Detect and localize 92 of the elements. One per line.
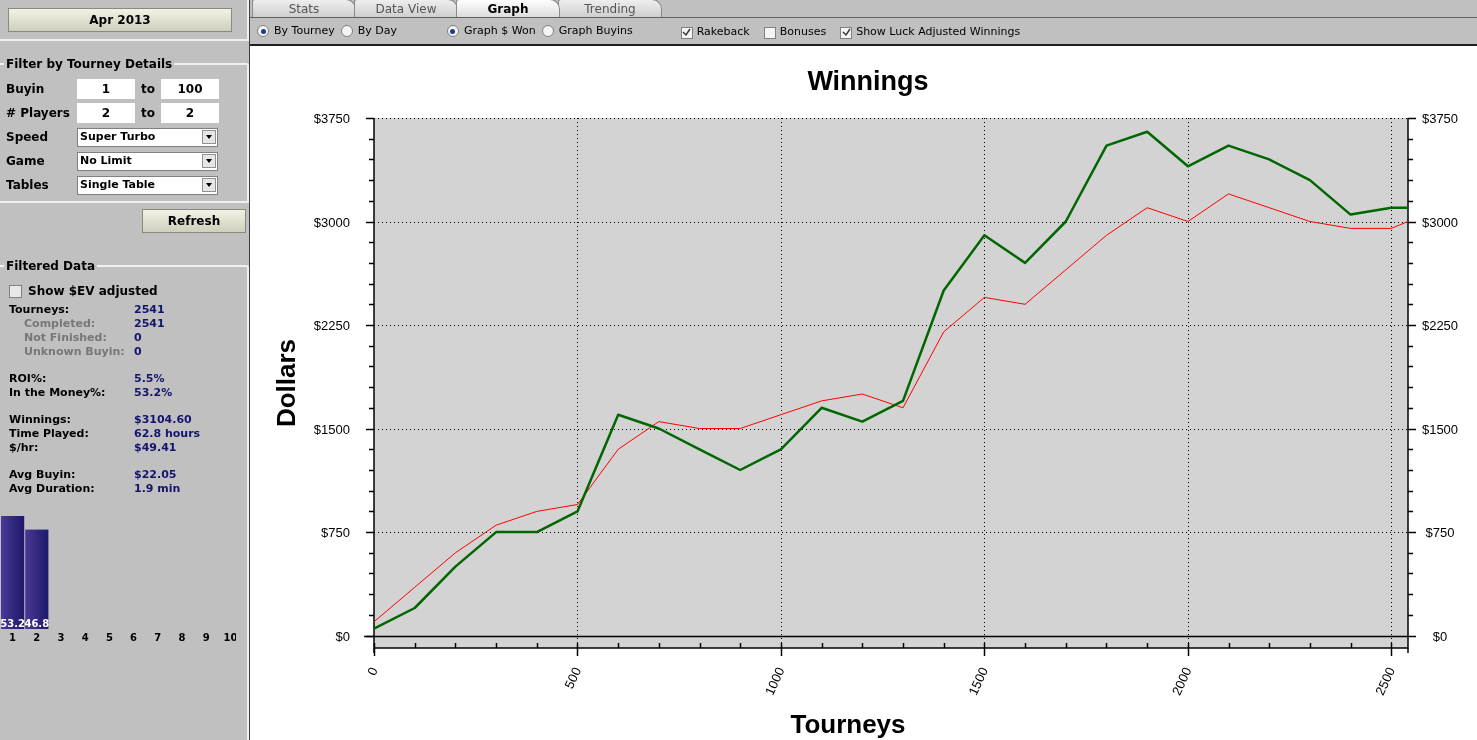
checkbox[interactable] xyxy=(763,26,776,39)
stat-value: $3104.60 xyxy=(134,413,192,427)
group-title: Filter by Tourney Details xyxy=(4,55,175,73)
tab[interactable]: Graph xyxy=(456,0,560,17)
dropdown[interactable]: No Limit xyxy=(77,151,218,171)
radio-label: By Tourney xyxy=(274,22,335,39)
tick-label: $3750 xyxy=(313,111,350,126)
field-label: to xyxy=(140,105,156,122)
stat-label: Winnings: xyxy=(9,413,72,427)
axis-label: 2 xyxy=(33,632,41,643)
stat-label: Completed: xyxy=(23,317,97,331)
tick-label: $0 xyxy=(335,628,350,644)
field-label: Tables xyxy=(6,177,50,194)
radio-label: By Day xyxy=(357,22,397,39)
tick-label: $2250 xyxy=(1421,318,1459,334)
field-label: Speed xyxy=(6,129,50,146)
stat-value: 1.9 min xyxy=(134,482,181,496)
stat-label: Avg Duration: xyxy=(9,482,96,496)
period-button[interactable]: Apr 2013 xyxy=(8,8,232,32)
field-label: Buyin xyxy=(6,81,46,98)
checkbox[interactable] xyxy=(9,284,22,298)
chart-title: Winnings xyxy=(807,66,929,96)
stat-value: 2541 xyxy=(134,317,165,331)
axis-label: 7 xyxy=(154,632,162,643)
tick-label: $2250 xyxy=(313,318,350,334)
field-label: Game xyxy=(6,153,46,170)
axis-title: Tourneys xyxy=(790,709,906,739)
tick-label: $3750 xyxy=(1421,111,1459,126)
stat-value: 0 xyxy=(134,331,142,345)
tick-label: $750 xyxy=(1425,525,1455,541)
stat-label: Tourneys: xyxy=(9,303,71,317)
stat-value: 5.5% xyxy=(134,372,165,386)
checkbox-label: Bonuses xyxy=(779,24,827,41)
stat-label: Unknown Buyin: xyxy=(23,345,126,359)
refresh-button[interactable]: Refresh xyxy=(142,209,246,233)
stat-label: $/hr: xyxy=(9,441,40,455)
stat-value: 2541 xyxy=(134,303,165,317)
stat-label: ROI%: xyxy=(9,372,48,386)
tick-label: 1000 xyxy=(761,664,788,698)
tick-label: 2000 xyxy=(1168,664,1195,698)
stat-value: 53.2% xyxy=(134,386,173,400)
tick-label: 500 xyxy=(561,664,585,691)
tick-label: 1500 xyxy=(965,664,992,698)
stat-value: $22.05 xyxy=(134,468,177,482)
checkbox-label: Show $EV adjusted xyxy=(28,283,158,300)
radio-label: Graph Buyins xyxy=(558,22,633,39)
tick-label: 0 xyxy=(364,664,381,678)
stat-value: 62.8 hours xyxy=(134,427,201,441)
axis-label: 10 xyxy=(223,632,236,643)
bar-value: 53.2 xyxy=(0,618,25,629)
tick-label: $1500 xyxy=(313,421,350,437)
dropdown[interactable]: Single Table xyxy=(77,175,218,195)
axis-label: 4 xyxy=(81,632,89,643)
radio-button[interactable] xyxy=(257,25,269,37)
tick-label: $0 xyxy=(1432,628,1448,644)
bar-value: 46.8 xyxy=(24,618,50,629)
field-label: to xyxy=(140,81,156,98)
axis-label: 3 xyxy=(57,632,65,643)
radio-button[interactable] xyxy=(340,25,353,37)
axis-label: 6 xyxy=(130,632,138,643)
radio-button[interactable] xyxy=(541,25,554,37)
input-field[interactable]: 2 xyxy=(161,103,219,123)
axis-label: 8 xyxy=(178,632,186,643)
field-label: # Players xyxy=(6,105,71,122)
axis-title: Dollars xyxy=(271,338,301,428)
axis-label: 5 xyxy=(105,632,113,643)
checkbox-label: Rakeback xyxy=(696,24,750,41)
radio-button[interactable] xyxy=(446,25,459,37)
checkbox-label: Show Luck Adjusted Winnings xyxy=(856,24,1021,41)
tick-label: $1500 xyxy=(1421,421,1459,437)
axis-label: 1 xyxy=(9,632,17,643)
radio-label: Graph $ Won xyxy=(463,22,536,39)
tick-label: $750 xyxy=(321,525,350,541)
stat-label: Time Played: xyxy=(9,427,90,441)
tick-label: $3000 xyxy=(313,214,350,230)
stat-label: In the Money%: xyxy=(9,386,107,400)
input-field[interactable]: 1 xyxy=(77,79,135,99)
tab[interactable]: Stats xyxy=(252,0,356,17)
stat-label: Avg Buyin: xyxy=(9,468,77,482)
tick-label: 2500 xyxy=(1372,664,1399,698)
tab[interactable]: Trending xyxy=(558,0,662,17)
stat-value: $49.41 xyxy=(134,441,177,455)
stat-value: 0 xyxy=(134,345,142,359)
stat-label: Not Finished: xyxy=(23,331,108,345)
checkbox[interactable] xyxy=(840,26,853,39)
axis-label: 9 xyxy=(202,632,210,643)
input-field[interactable]: 2 xyxy=(77,103,135,123)
dropdown[interactable]: Super Turbo xyxy=(77,127,218,147)
tick-label: $3000 xyxy=(1421,214,1459,230)
input-field[interactable]: 100 xyxy=(161,79,219,99)
tab[interactable]: Data View xyxy=(354,0,458,17)
checkbox[interactable] xyxy=(680,26,693,39)
